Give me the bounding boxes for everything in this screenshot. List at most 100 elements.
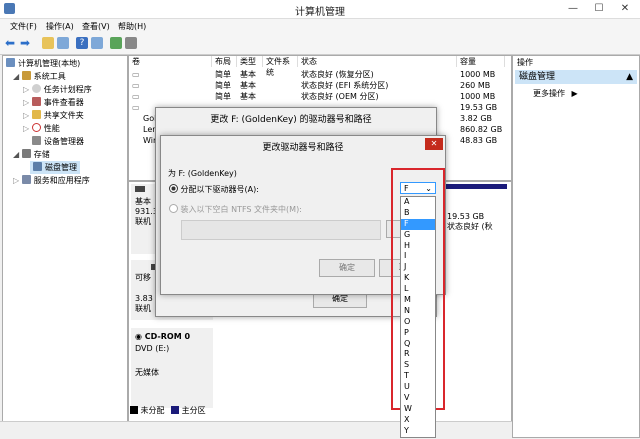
window-title: 计算机管理 bbox=[295, 7, 345, 18]
drive-letter-option[interactable]: O bbox=[401, 317, 435, 328]
inner-close-button[interactable]: ✕ bbox=[425, 138, 443, 150]
toolbar: ⬅ ➡ ? bbox=[0, 34, 640, 55]
table-row[interactable]: ▭ 简单 基本 状态良好 (OEM 分区) 1000 MB bbox=[129, 91, 511, 102]
drive-letter-option[interactable]: W bbox=[401, 404, 435, 415]
primary-swatch bbox=[171, 406, 180, 414]
actions-section[interactable]: 磁盘管理 ▲ bbox=[515, 70, 637, 84]
tree-system-tools[interactable]: ◢ 系统工具 bbox=[13, 71, 66, 82]
drive-letter-option[interactable]: N bbox=[401, 306, 435, 317]
drive-letter-option[interactable]: K bbox=[401, 273, 435, 284]
table-row[interactable]: ▭ 简单 基本 状态良好 (恢复分区) 1000 MB bbox=[129, 69, 511, 80]
console-tree: 计算机管理(本地) ◢ 系统工具 ▷ 任务计划程序 ▷ 事件查看器 ▷ 共享文件… bbox=[2, 55, 128, 438]
drive-letter-option[interactable]: V bbox=[401, 393, 435, 404]
radio-unchecked-icon bbox=[169, 204, 178, 213]
drive-letter-option[interactable]: P bbox=[401, 328, 435, 339]
title-bar: 计算机管理 — ☐ ✕ bbox=[0, 0, 640, 19]
col-type[interactable]: 类型 bbox=[237, 56, 263, 67]
mount-path-input[interactable] bbox=[181, 220, 381, 240]
actions-header: 操作 bbox=[517, 58, 533, 67]
tree-root[interactable]: 计算机管理(本地) bbox=[6, 58, 80, 69]
assign-radio[interactable]: 分配以下驱动器号(A): bbox=[169, 184, 259, 195]
volume-icon: ▭ bbox=[132, 70, 140, 79]
col-capacity[interactable]: 容量 bbox=[457, 56, 505, 67]
volume-icon: ▭ bbox=[132, 81, 140, 90]
event-viewer-icon bbox=[31, 97, 41, 106]
storage-icon bbox=[21, 149, 31, 158]
disk-0-partition[interactable]: 19.53 GB 状态良好 (秋 bbox=[445, 184, 507, 257]
drive-letter-option[interactable]: M bbox=[401, 295, 435, 306]
inner-dialog-title: 更改驱动器号和路径 bbox=[262, 143, 344, 153]
drive-letter-options: ABFGHIJKLMNOPQRSTUVWXY bbox=[400, 196, 436, 438]
performance-icon bbox=[31, 123, 41, 132]
mount-radio[interactable]: 装入以下空白 NTFS 文件夹中(M): bbox=[169, 204, 302, 215]
cdrom-icon: ◉ bbox=[135, 332, 145, 341]
tree-performance[interactable]: ▷ 性能 bbox=[23, 123, 60, 134]
maximize-button[interactable]: ☐ bbox=[586, 0, 612, 18]
help-icon[interactable]: ? bbox=[76, 37, 88, 49]
menu-view[interactable]: 查看(V) bbox=[82, 21, 110, 32]
menu-action[interactable]: 操作(A) bbox=[46, 21, 74, 32]
volume-icon: ▭ bbox=[132, 92, 140, 101]
legend: 未分配 主分区 bbox=[130, 405, 206, 417]
table-row[interactable]: ▭ 简单 基本 状态良好 (EFI 系统分区) 260 MB bbox=[129, 80, 511, 91]
drive-letter-option[interactable]: L bbox=[401, 284, 435, 295]
drive-letter-option[interactable]: G bbox=[401, 230, 435, 241]
disk-icon bbox=[135, 186, 145, 192]
back-arrow-icon[interactable]: ⬅ bbox=[5, 37, 17, 49]
close-button[interactable]: ✕ bbox=[612, 0, 638, 18]
col-status[interactable]: 状态 bbox=[298, 56, 457, 67]
drive-letter-option[interactable]: I bbox=[401, 251, 435, 262]
drive-letter-option[interactable]: A bbox=[401, 197, 435, 208]
unallocated-swatch bbox=[130, 406, 138, 414]
col-layout[interactable]: 布局 bbox=[212, 56, 237, 67]
properties-icon[interactable] bbox=[91, 37, 103, 49]
col-volume[interactable]: 卷 bbox=[129, 56, 212, 67]
tree-device-manager[interactable]: 设备管理器 bbox=[32, 136, 84, 147]
computer-icon bbox=[6, 58, 15, 67]
drive-letter-option[interactable]: X bbox=[401, 415, 435, 426]
device-manager-icon bbox=[32, 136, 41, 145]
drive-letter-select[interactable]: F ⌄ bbox=[400, 182, 436, 194]
drive-letter-option[interactable]: S bbox=[401, 360, 435, 371]
console-tree-icon[interactable] bbox=[57, 37, 69, 49]
chevron-down-icon: ⌄ bbox=[425, 184, 432, 193]
tree-task-scheduler[interactable]: ▷ 任务计划程序 bbox=[23, 84, 92, 95]
tree-disk-management[interactable]: 磁盘管理 bbox=[30, 161, 80, 174]
shared-folder-icon bbox=[31, 110, 41, 119]
tree-services[interactable]: ▷ 服务和应用程序 bbox=[13, 175, 90, 186]
drive-letter-option[interactable]: U bbox=[401, 382, 435, 393]
collapse-arrow-icon: ▲ bbox=[626, 72, 633, 82]
menu-help[interactable]: 帮助(H) bbox=[118, 21, 146, 32]
tree-storage[interactable]: ◢ 存储 bbox=[13, 149, 50, 160]
tree-event-viewer[interactable]: ▷ 事件查看器 bbox=[23, 97, 84, 108]
disk-icon bbox=[33, 162, 42, 171]
drive-letter-option[interactable]: Q bbox=[401, 339, 435, 350]
actions-pane: 操作 磁盘管理 ▲ 更多操作 ▶ bbox=[512, 55, 640, 438]
refresh-icon[interactable] bbox=[110, 37, 122, 49]
tree-shared-folders[interactable]: ▷ 共享文件夹 bbox=[23, 110, 84, 121]
menu-file[interactable]: 文件(F) bbox=[10, 21, 37, 32]
drive-letter-option[interactable]: H bbox=[401, 241, 435, 252]
drive-letter-option[interactable]: R bbox=[401, 349, 435, 360]
col-filesystem[interactable]: 文件系统 bbox=[263, 56, 298, 77]
drive-letter-option[interactable]: B bbox=[401, 208, 435, 219]
menu-bar: 文件(F) 操作(A) 查看(V) 帮助(H) bbox=[0, 19, 640, 34]
submenu-arrow-icon: ▶ bbox=[571, 89, 578, 98]
minimize-button[interactable]: — bbox=[560, 0, 586, 18]
clock-icon bbox=[31, 84, 41, 93]
drive-letter-option[interactable]: Y bbox=[401, 426, 435, 437]
drive-letter-option[interactable]: J bbox=[401, 262, 435, 273]
cdrom-info[interactable]: ◉ CD-ROM 0 DVD (E:) 无媒体 bbox=[131, 328, 213, 408]
folder-up-icon[interactable] bbox=[42, 37, 54, 49]
volume-icon: ▭ bbox=[132, 103, 140, 112]
settings-icon[interactable] bbox=[125, 37, 137, 49]
more-actions[interactable]: 更多操作 ▶ bbox=[533, 88, 578, 99]
drive-letter-option[interactable]: T bbox=[401, 371, 435, 382]
outer-dialog-title: 更改 F: (GoldenKey) 的驱动器号和路径 bbox=[210, 115, 372, 125]
radio-checked-icon bbox=[169, 184, 178, 193]
target-volume-label: 为 F: (GoldenKey) bbox=[168, 169, 237, 178]
services-icon bbox=[21, 175, 31, 184]
drive-letter-option[interactable]: F bbox=[401, 218, 435, 230]
inner-ok-button[interactable]: 确定 bbox=[319, 259, 375, 277]
forward-arrow-icon[interactable]: ➡ bbox=[20, 37, 32, 49]
